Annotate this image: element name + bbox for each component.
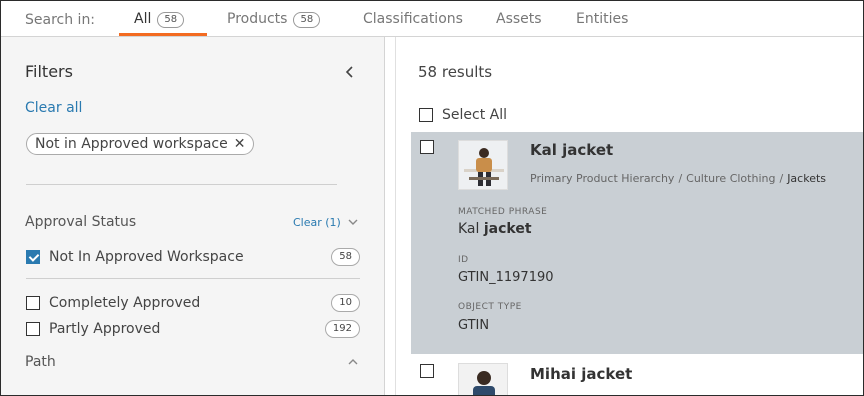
results-pane: 58 results Select All Kal jacket Primary…	[395, 37, 863, 395]
breadcrumb-separator: /	[779, 172, 784, 185]
filter-option-label: Not In Approved Workspace	[49, 249, 244, 265]
select-all[interactable]: Select All	[419, 107, 507, 123]
tab-products-label: Products	[227, 11, 288, 27]
filters-title: Filters	[25, 62, 73, 81]
active-tab-indicator	[119, 33, 207, 36]
results-count: 58 results	[418, 63, 493, 81]
breadcrumb-item-current: Jackets	[787, 172, 827, 185]
object-type-label: OBJECT TYPE	[458, 302, 522, 312]
filter-option-partly-approved[interactable]: Partly Approved 192	[26, 319, 360, 339]
result-name[interactable]: Mihai jacket	[530, 365, 632, 383]
search-scope-tabbar: Search in: All 58 Products 58 Classifica…	[1, 1, 863, 37]
chevron-left-icon[interactable]	[343, 65, 357, 79]
approval-status-title: Approval Status	[25, 214, 137, 230]
tab-products-count: 58	[293, 12, 321, 28]
checkbox[interactable]	[419, 108, 433, 122]
filter-option-label: Completely Approved	[49, 295, 201, 311]
tab-entities[interactable]: Entities	[576, 11, 628, 37]
matched-phrase-highlight: jacket	[483, 221, 532, 237]
tab-entities-label: Entities	[576, 11, 629, 27]
checkbox[interactable]	[420, 140, 434, 154]
object-type-value: GTIN	[458, 318, 490, 333]
select-all-label: Select All	[442, 107, 507, 123]
chevron-down-icon[interactable]	[348, 218, 358, 226]
search-in-label: Search in:	[25, 12, 96, 28]
checkbox[interactable]	[26, 322, 40, 336]
tab-all-count: 58	[157, 12, 185, 28]
checkbox-checked[interactable]	[26, 250, 40, 264]
matched-phrase-label: MATCHED PHRASE	[458, 207, 548, 217]
result-card-selected[interactable]: Kal jacket Primary Product Hierarchy / C…	[411, 132, 863, 354]
filter-option-count: 192	[324, 320, 360, 338]
matched-phrase-plain: Kal	[458, 221, 484, 237]
tab-assets[interactable]: Assets	[496, 11, 542, 37]
breadcrumb-item[interactable]: Primary Product Hierarchy	[530, 172, 674, 185]
matched-phrase-value: Kal jacket	[458, 221, 532, 237]
filter-option-completely-approved[interactable]: Completely Approved 10	[26, 293, 360, 313]
chevron-up-icon[interactable]	[348, 358, 358, 366]
product-thumbnail[interactable]	[458, 140, 508, 190]
product-thumbnail[interactable]	[458, 363, 508, 395]
clear-all-link[interactable]: Clear all	[25, 100, 82, 116]
active-filter-chip: Not in Approved workspace ✕	[26, 133, 255, 155]
divider	[26, 278, 360, 279]
tab-assets-label: Assets	[496, 11, 542, 27]
breadcrumb-item[interactable]: Culture Clothing	[686, 172, 775, 185]
id-value: GTIN_1197190	[458, 270, 554, 285]
tab-products[interactable]: Products 58	[227, 11, 321, 37]
tab-classifications[interactable]: Classifications	[363, 11, 463, 37]
divider	[26, 184, 337, 185]
remove-filter-icon[interactable]: ✕	[234, 136, 246, 152]
tab-classifications-label: Classifications	[363, 11, 463, 27]
checkbox[interactable]	[26, 296, 40, 310]
filter-option-count: 10	[331, 294, 360, 312]
breadcrumb: Primary Product Hierarchy / Culture Clot…	[530, 172, 826, 185]
result-name[interactable]: Kal jacket	[530, 141, 613, 159]
breadcrumb-separator: /	[678, 172, 683, 185]
tab-all-label: All	[134, 11, 152, 27]
filter-option-not-in-approved[interactable]: Not In Approved Workspace 58	[26, 247, 360, 267]
approval-status-clear-link[interactable]: Clear (1)	[293, 216, 341, 229]
filters-sidebar: Filters Clear all Not in Approved worksp…	[1, 37, 385, 395]
filter-option-count: 58	[331, 248, 360, 266]
filter-option-label: Partly Approved	[49, 321, 161, 337]
app-frame: Search in: All 58 Products 58 Classifica…	[0, 0, 864, 396]
checkbox[interactable]	[420, 364, 434, 378]
active-filter-chip-label: Not in Approved workspace	[35, 136, 228, 152]
id-label: ID	[458, 255, 469, 265]
path-section-title[interactable]: Path	[25, 354, 56, 370]
